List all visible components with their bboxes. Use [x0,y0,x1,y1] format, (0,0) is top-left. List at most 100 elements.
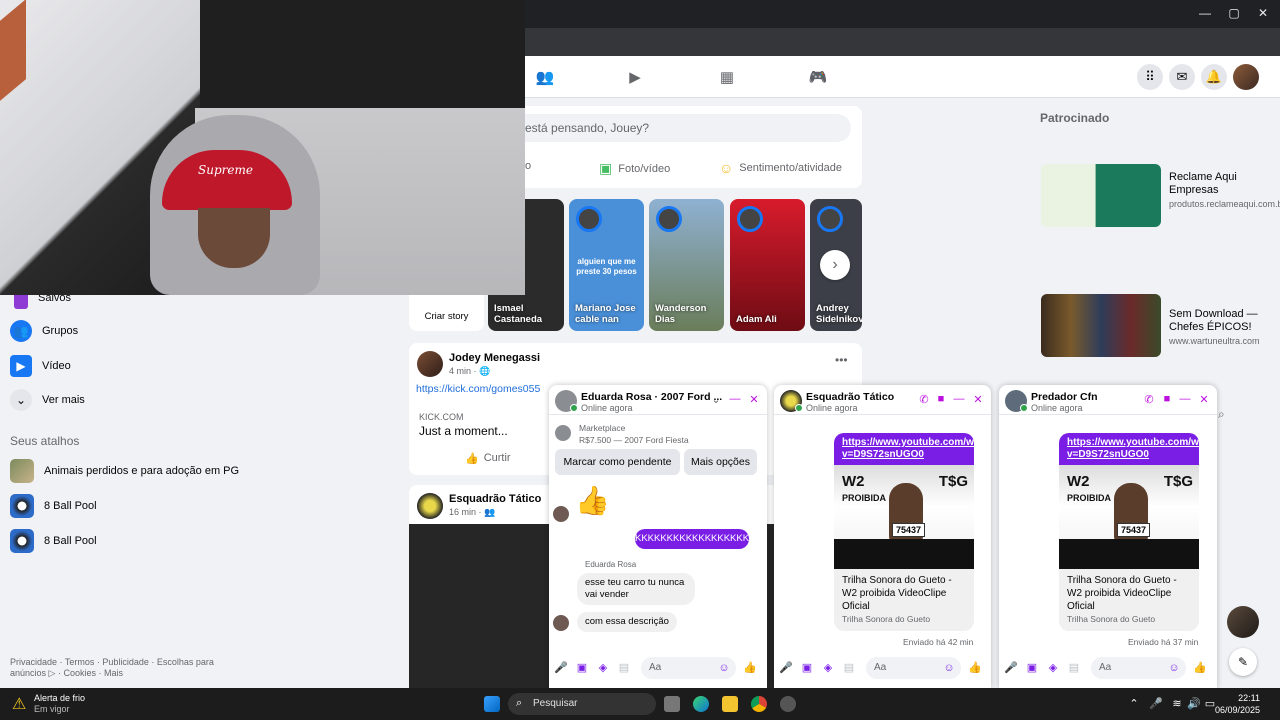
shortcut-item[interactable]: 8 Ball Pool [10,529,97,553]
minimize-chat-icon[interactable]: — [1178,393,1192,405]
chat-header[interactable]: Eduarda Rosa · 2007 Ford ... Online agor… [549,385,767,415]
like-send-icon[interactable]: 👍 [968,661,982,675]
chat-header[interactable]: Predador Cfn Online agora ✆ ■ — ✕ [999,385,1217,415]
stories-next-button[interactable]: › [820,250,850,280]
taskbar-search[interactable]: Pesquisar [508,693,656,715]
file-explorer-icon[interactable] [722,696,738,712]
post-link[interactable]: https://kick.com/gomes055 [416,383,540,395]
sidebar-item-label: Vídeo [42,360,71,372]
messenger-icon[interactable]: ✉ [1169,64,1195,90]
online-indicator [570,404,578,412]
avatar[interactable] [417,351,443,377]
8-ball-icon [10,529,34,553]
shortcut-item[interactable]: Animais perdidos e para adoção em PG [10,459,239,483]
shortcut-item[interactable]: 8 Ball Pool [10,494,97,518]
avatar [553,615,569,631]
sidebar-item-see-more[interactable]: ⌄ Ver mais [10,388,85,412]
composer-feeling-button[interactable]: ☺ Sentimento/atividade [719,160,842,176]
composer-live-button[interactable]: o [525,160,531,172]
photo-icon[interactable]: ▣ [575,661,589,675]
maximize-button[interactable]: ▢ [1224,6,1244,20]
sidebar-item-groups[interactable]: 👥 Grupos [10,319,78,343]
mic-icon[interactable]: 🎤 [779,661,793,675]
composer-input[interactable]: está pensando, Jouey? [525,114,851,142]
sticker-icon[interactable]: ◈ [821,661,835,675]
profile-avatar[interactable] [1233,64,1259,90]
close-icon[interactable]: ✕ [1197,393,1211,406]
volume-icon[interactable]: 🔊 [1187,697,1201,710]
webcam-overlay: Supreme [0,0,525,295]
close-icon[interactable]: ✕ [747,393,761,406]
phone-icon[interactable]: ✆ [1142,393,1156,406]
marketplace-icon[interactable]: ▦ [717,68,737,86]
app-icon[interactable] [780,696,796,712]
online-indicator [795,404,803,412]
ad-image[interactable] [1041,294,1161,357]
mic-icon[interactable]: 🎤 [554,661,568,675]
photo-icon[interactable]: ▣ [1025,661,1039,675]
task-view-icon[interactable] [664,696,680,712]
sidebar-footer-links[interactable]: Privacidade · Termos · Publicidade · Esc… [10,657,220,679]
menu-icon[interactable]: ⠿ [1137,64,1163,90]
search-icon[interactable]: ⌕ [1218,407,1225,422]
composer-photo-button[interactable]: ▣ Foto/vídeo [599,160,670,177]
ad-image[interactable] [1041,164,1161,227]
friends-icon[interactable]: 👥 [535,68,555,86]
minimize-button[interactable]: — [1195,6,1215,20]
new-message-icon[interactable]: ✎ [1229,648,1257,676]
mark-pending-button[interactable]: Marcar como pendente [555,449,680,475]
watch-icon[interactable]: ▶ [625,68,645,86]
chevron-up-icon[interactable]: ⌃ [1127,697,1141,710]
emoji-icon[interactable]: ☺ [717,661,731,675]
gif-icon[interactable]: ▤ [842,661,856,675]
like-send-icon[interactable]: 👍 [743,661,757,675]
gif-icon[interactable]: ▤ [1067,661,1081,675]
more-options-button[interactable]: Mais opções [684,449,757,475]
shortcut-label: 8 Ball Pool [44,535,97,547]
mic-icon[interactable]: 🎤 [1004,661,1018,675]
chrome-icon[interactable] [751,696,767,712]
story-card[interactable]: alguien que me preste 30 pesos Mariano J… [569,199,644,331]
weather-alert-icon[interactable]: ⚠ [12,694,26,714]
minimize-chat-icon[interactable]: — [728,393,742,405]
mic-icon[interactable]: 🎤 [1149,697,1163,710]
groups-icon: 👥 [10,320,32,342]
phone-icon[interactable]: ✆ [917,393,931,406]
message-received: com essa descrição [577,612,677,632]
video-call-icon[interactable]: ■ [1160,393,1174,405]
emoji-icon[interactable]: ☺ [942,661,956,675]
message-received: esse teu carro tu nunca vai vender [577,573,695,605]
sticker-icon[interactable]: ◈ [596,661,610,675]
edge-icon[interactable] [693,696,709,712]
gaming-icon[interactable]: 🎮 [808,68,828,86]
like-button[interactable]: 👍 Curtir [465,452,511,465]
sticker-icon[interactable]: ◈ [1046,661,1060,675]
sidebar-item-video[interactable]: ▶ Vídeo [10,354,71,378]
ad-title[interactable]: Reclame Aqui Empresas [1169,171,1269,197]
story-card[interactable]: Adam Ali [730,199,805,331]
chat-head-avatar[interactable] [1227,606,1259,638]
wifi-icon[interactable]: ≋ [1170,697,1184,710]
like-send-icon[interactable]: 👍 [1193,661,1207,675]
notifications-icon[interactable]: 🔔 [1201,64,1227,90]
story-card[interactable]: Wanderson Dias [649,199,724,331]
story-avatar [737,206,763,232]
avatar[interactable] [417,493,443,519]
message-sent: KKKKKKKKKKKKKKKKKK [635,529,749,549]
youtube-link-card[interactable]: https://www.youtube.com/watch?v=D9S72snU… [834,433,974,631]
windows-taskbar: ⚠ Alerta de frio Em vigor Pesquisar ⌕ ⌃ … [0,688,1280,720]
close-window-button[interactable]: ✕ [1253,6,1273,20]
chat-header[interactable]: Esquadrão Tático Online agora ✆ ■ — ✕ [774,385,991,415]
chat-window-esquadrao: Esquadrão Tático Online agora ✆ ■ — ✕ ht… [774,385,991,688]
youtube-link-card[interactable]: https://www.youtube.com/watch?v=D9S72snU… [1059,433,1199,631]
video-call-icon[interactable]: ■ [934,393,948,405]
post-options-icon[interactable]: ••• [835,353,848,367]
minimize-chat-icon[interactable]: — [952,393,966,405]
chevron-down-icon[interactable]: ⌄ [709,393,723,406]
windows-start-icon[interactable] [484,696,500,712]
photo-icon[interactable]: ▣ [800,661,814,675]
close-icon[interactable]: ✕ [971,393,985,406]
ad-title[interactable]: Sem Download — Chefes ÉPICOS! [1169,308,1269,334]
gif-icon[interactable]: ▤ [617,661,631,675]
emoji-icon[interactable]: ☺ [1167,661,1181,675]
